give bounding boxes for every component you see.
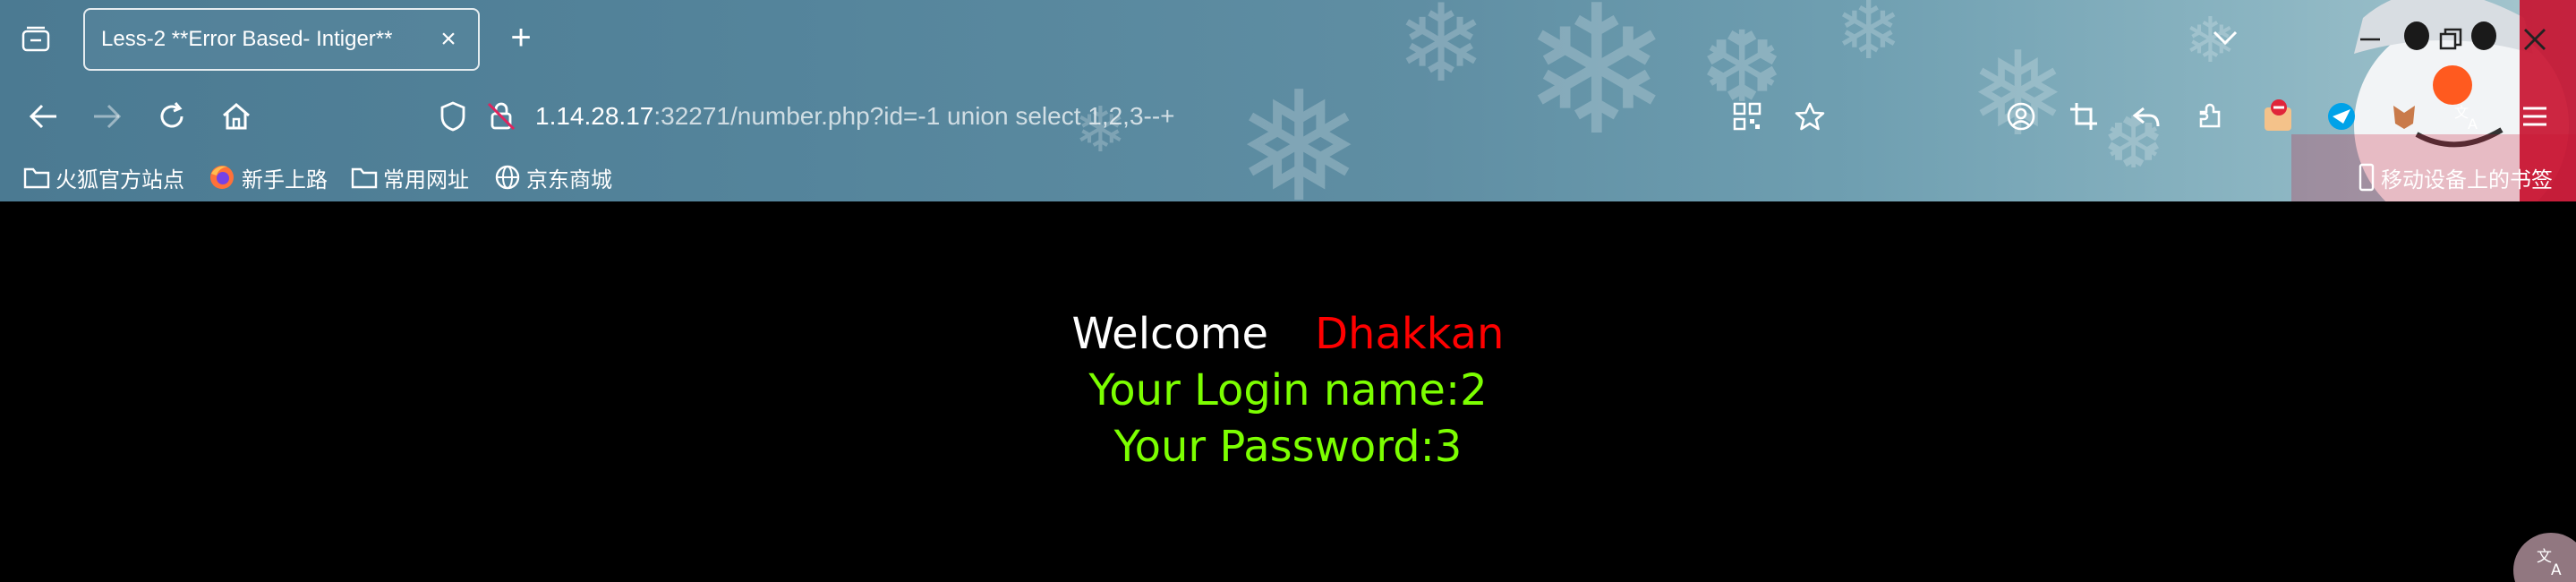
tab-overflow-button[interactable] (2209, 21, 2241, 54)
qr-code-icon (1733, 102, 1761, 131)
url-path: :32271/number.php?id=-1 union select 1,2… (653, 102, 1175, 130)
fox-extension-button[interactable] (2384, 97, 2424, 136)
bookmark-item[interactable]: 新手上路 (208, 161, 328, 193)
close-window-button[interactable] (2515, 20, 2555, 59)
welcome-name: Dhakkan (1315, 309, 1505, 359)
qr-code-button[interactable] (1727, 97, 1767, 136)
close-icon (2524, 29, 2546, 50)
welcome-line: Welcome Dhakkan (0, 309, 2576, 359)
svg-text:A: A (2468, 116, 2478, 132)
extension-bird-icon (2328, 103, 2355, 130)
bookmark-star-button[interactable] (1790, 97, 1830, 136)
extension-fox-icon (2393, 106, 2415, 129)
undo-button[interactable] (2127, 97, 2166, 136)
screenshot-button[interactable] (2064, 97, 2103, 136)
account-button[interactable] (2001, 97, 2041, 136)
tab-strip: Less-2 **Error Based- Intiger** × + (0, 0, 2576, 79)
minimize-button[interactable] (2350, 20, 2390, 59)
chevron-down-icon (2213, 30, 2238, 46)
svg-text:A: A (2551, 561, 2562, 578)
login-name-result: Your Login name:2 (1088, 365, 1488, 415)
bookmark-label: 火狐官方站点 (55, 167, 184, 193)
globe-icon (495, 165, 520, 190)
bookmark-label: 京东商城 (526, 167, 612, 193)
restore-button[interactable] (2431, 20, 2470, 59)
restore-icon (2439, 28, 2462, 50)
folder-icon (23, 167, 50, 189)
page-content: Welcome Dhakkan Your Login name:2 Your Pa… (0, 201, 2576, 582)
home-icon (223, 103, 250, 130)
bookmark-label: 常用网址 (383, 167, 469, 193)
shield-icon[interactable] (439, 100, 467, 133)
bookmark-label: 移动设备上的书签 (2381, 167, 2553, 193)
adblock-extension-button[interactable] (2259, 97, 2299, 136)
screenshot-crop-icon (2070, 103, 2097, 130)
reload-button[interactable] (152, 97, 192, 136)
arrow-right-icon (94, 104, 122, 129)
menu-icon (2523, 107, 2546, 126)
url-text[interactable]: 1.14.28.17:32271/number.php?id=-1 union … (535, 102, 1175, 131)
svg-text:文: 文 (2454, 104, 2469, 121)
navigation-bar: 1.14.28.17:32271/number.php?id=-1 union … (0, 79, 2576, 152)
address-bar[interactable]: 1.14.28.17:32271/number.php?id=-1 union … (439, 95, 1727, 138)
arrow-left-icon (29, 104, 56, 129)
account-icon (2007, 102, 2035, 131)
bookmark-item[interactable]: 常用网址 (351, 161, 469, 193)
tab-list-icon (21, 26, 50, 52)
insecure-lock-icon[interactable] (485, 100, 517, 133)
tab-active[interactable]: Less-2 **Error Based- Intiger** × (83, 8, 480, 71)
firefox-icon (210, 166, 234, 189)
adblock-icon (2265, 99, 2291, 131)
translate-icon: 文 A (2454, 104, 2478, 132)
home-button[interactable] (217, 97, 256, 136)
new-tab-button[interactable]: + (501, 20, 541, 59)
tab-list-button[interactable] (16, 21, 55, 57)
svg-text:文: 文 (2537, 548, 2552, 566)
tab-title: Less-2 **Error Based- Intiger** (101, 27, 393, 51)
translate-icon: 文 A (2537, 548, 2562, 578)
tab-close-button[interactable]: × (435, 26, 462, 53)
bookmark-item[interactable]: 京东商城 (494, 161, 612, 193)
undo-icon (2132, 107, 2160, 127)
bookmark-label: 新手上路 (242, 167, 328, 193)
floating-translate-button[interactable]: 文 A (2513, 533, 2576, 582)
welcome-text: Welcome (1071, 309, 1269, 359)
mobile-icon (2358, 163, 2375, 192)
bird-extension-button[interactable] (2322, 97, 2361, 136)
password-result: Your Password:3 (1113, 422, 1463, 472)
folder-icon (351, 167, 378, 189)
bookmark-item[interactable]: 火狐官方站点 (23, 161, 184, 193)
browser-chrome: ❄ ❄ ❅ ❆ ❄ ❅ ❆ ❄ ❄ Less-2 **Error Based- … (0, 0, 2576, 201)
star-icon (1795, 102, 1825, 131)
url-host: 1.14.28.17 (535, 102, 654, 130)
reload-icon (160, 102, 183, 128)
bookmarks-toolbar: 火狐官方站点 新手上路 常用网址 京东商城 移动设备上的书签 (0, 156, 2576, 199)
menu-button[interactable] (2515, 97, 2555, 136)
extensions-button[interactable] (2191, 97, 2231, 136)
translate-button[interactable]: 文 A (2449, 97, 2488, 136)
mobile-bookmarks-folder[interactable]: 移动设备上的书签 (2358, 161, 2553, 193)
extensions-icon (2199, 103, 2221, 128)
back-button[interactable] (23, 97, 63, 136)
minimize-icon (2360, 38, 2380, 41)
forward-button[interactable] (88, 97, 127, 136)
